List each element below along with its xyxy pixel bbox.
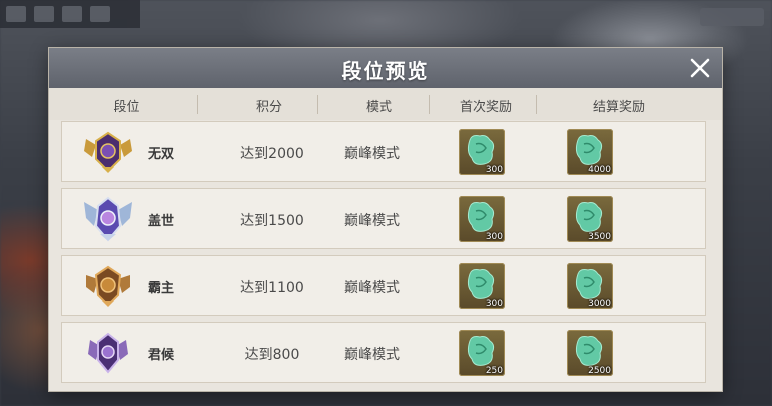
reward-quantity: 250: [485, 366, 503, 376]
rank-name: 霸主: [148, 281, 175, 296]
first-reward-item[interactable]: 250: [459, 330, 505, 376]
dialog-header: 段位预览: [49, 48, 722, 88]
rank-row: 君候 达到800 巅峰模式 250 2500: [61, 322, 706, 383]
settle-reward-item[interactable]: 3500: [567, 196, 613, 242]
column-divider: [429, 95, 430, 114]
column-divider: [317, 95, 318, 114]
column-mode: 模式: [365, 100, 392, 115]
jade-token-icon: [575, 202, 603, 232]
jade-token-icon: [467, 202, 495, 232]
jade-token-icon: [575, 269, 603, 299]
column-divider: [536, 95, 537, 114]
rank-mode: 巅峰模式: [344, 280, 400, 296]
reward-quantity: 300: [485, 232, 503, 242]
close-button[interactable]: [688, 56, 712, 80]
rank-preview-dialog: 段位预览 段位 积分 模式 首次奖励 结算奖励 无双 达到2000 巅峰模式 3…: [49, 48, 722, 391]
blue-silver-crest-icon: [84, 196, 132, 242]
reward-quantity: 2500: [588, 366, 611, 376]
rank-name: 君候: [148, 348, 175, 363]
background-chip: [700, 8, 764, 26]
purple-gold-crest-icon: [84, 131, 132, 173]
reward-quantity: 3000: [588, 299, 611, 309]
settle-reward-item[interactable]: 3000: [567, 263, 613, 309]
jade-token-icon: [575, 135, 603, 165]
jade-token-icon: [575, 336, 603, 366]
column-rank: 段位: [113, 100, 140, 115]
column-first-reward: 首次奖励: [459, 100, 512, 115]
jade-token-icon: [467, 135, 495, 165]
column-divider: [197, 95, 198, 114]
first-reward-item[interactable]: 300: [459, 263, 505, 309]
jade-token-icon: [467, 336, 495, 366]
jade-token-icon: [467, 269, 495, 299]
rank-mode: 巅峰模式: [344, 213, 400, 229]
reward-quantity: 4000: [588, 165, 611, 175]
settle-reward-item[interactable]: 2500: [567, 330, 613, 376]
rank-mode: 巅峰模式: [344, 146, 400, 162]
column-header-row: 段位 积分 模式 首次奖励 结算奖励: [49, 88, 722, 120]
rank-name: 盖世: [148, 214, 175, 229]
first-reward-item[interactable]: 300: [459, 196, 505, 242]
reward-quantity: 300: [485, 299, 503, 309]
rank-row: 无双 达到2000 巅峰模式 300 4000: [61, 121, 706, 182]
dialog-title: 段位预览: [341, 59, 430, 83]
column-settle-reward: 结算奖励: [592, 100, 645, 115]
bronze-crest-icon: [86, 265, 130, 307]
purple-crest-icon: [88, 332, 128, 374]
column-score: 积分: [255, 100, 282, 115]
rank-name: 无双: [148, 147, 175, 162]
reward-quantity: 3500: [588, 232, 611, 242]
rank-mode: 巅峰模式: [344, 347, 400, 363]
rank-row: 霸主 达到1100 巅峰模式 300 3000: [61, 255, 706, 316]
close-icon: [690, 58, 710, 78]
reward-quantity: 300: [485, 165, 503, 175]
first-reward-item[interactable]: 300: [459, 129, 505, 175]
rank-row: 盖世 达到1500 巅峰模式 300 3500: [61, 188, 706, 249]
background-top-bar: [0, 0, 140, 28]
rank-list[interactable]: 无双 达到2000 巅峰模式 300 4000 盖世 达到1500 巅峰模式 3…: [61, 120, 706, 388]
settle-reward-item[interactable]: 4000: [567, 129, 613, 175]
